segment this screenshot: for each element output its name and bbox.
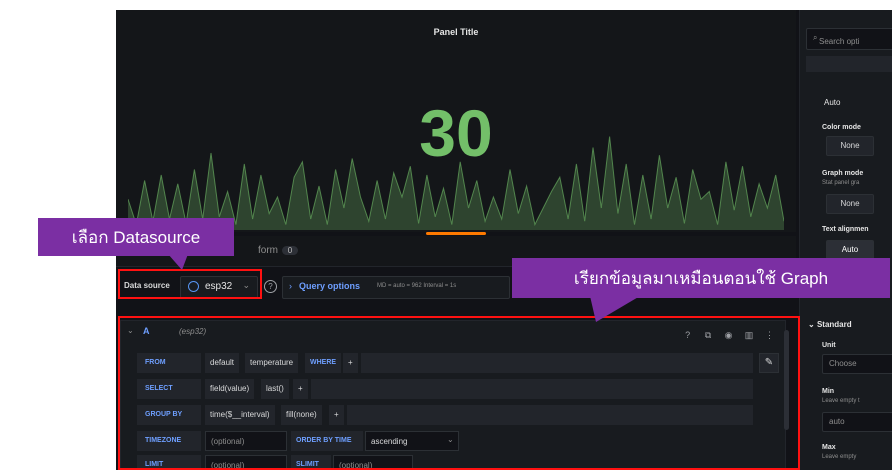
- color-mode-none-button[interactable]: None: [826, 136, 874, 156]
- auto-value[interactable]: Auto: [824, 98, 840, 107]
- panel-preview: Panel Title 30: [116, 10, 796, 232]
- color-mode-label: Color mode: [822, 124, 861, 131]
- datasource-callout: เลือก Datasource: [38, 218, 234, 256]
- max-description: Leave empty: [822, 454, 857, 460]
- graph-mode-description: Stat panel gra: [822, 180, 860, 186]
- min-description: Leave empty t: [822, 398, 860, 404]
- unit-select[interactable]: Choose: [822, 354, 892, 374]
- options-pane: ⌕ Search opti Auto Color mode None Graph…: [799, 10, 892, 470]
- standard-options-section[interactable]: ⌄ Standard: [808, 320, 852, 329]
- options-tabs-bar[interactable]: [806, 56, 892, 72]
- options-search-input[interactable]: ⌕ Search opti: [806, 28, 892, 50]
- help-icon[interactable]: ?: [264, 280, 277, 293]
- graph-callout: เรียกข้อมูลมาเหมือนตอนใช้ Graph: [512, 258, 890, 298]
- query-options-button[interactable]: › Query options MD = auto = 962 Interval…: [282, 276, 510, 299]
- query-options-meta: MD = auto = 962 Interval = 1s: [377, 283, 457, 289]
- unit-label: Unit: [822, 342, 836, 349]
- tab-transform[interactable]: form 0: [258, 245, 298, 256]
- stat-value: 30: [419, 96, 493, 170]
- max-label: Max: [822, 444, 836, 451]
- tab-transform-count: 0: [282, 246, 298, 255]
- text-alignment-label: Text alignmen: [822, 226, 869, 233]
- query-highlight-box: [118, 316, 800, 470]
- min-input[interactable]: auto: [822, 412, 892, 432]
- tab-transform-label: form: [258, 245, 278, 256]
- graph-mode-label: Graph mode: [822, 170, 864, 177]
- text-alignment-auto-button[interactable]: Auto: [826, 240, 874, 260]
- min-label: Min: [822, 388, 835, 395]
- graph-mode-none-button[interactable]: None: [826, 194, 874, 214]
- datasource-highlight-box: [118, 269, 262, 299]
- panel-title[interactable]: Panel Title: [116, 27, 796, 37]
- chevron-right-icon: ›: [289, 281, 292, 291]
- query-options-label: Query options: [299, 281, 361, 291]
- panel-resize-handle[interactable]: [426, 232, 486, 235]
- options-search-placeholder: ⌕ Search opti: [813, 33, 860, 46]
